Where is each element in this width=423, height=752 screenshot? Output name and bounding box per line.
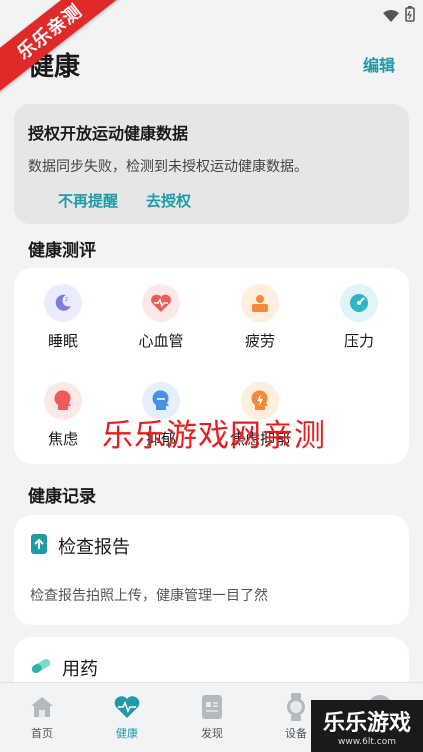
assessment-label: 心血管 [138,332,184,350]
watermark-text: 乐乐游戏网亲测 [102,418,326,454]
medication-title: 用药 [62,659,98,680]
assessment-label: 睡眠 [47,332,78,350]
auth-prompt-card: 授权开放运动健康数据 数据同步失败，检测到未授权运动健康数据。 不再提醒 去授权 [14,104,409,224]
assessment-label: 压力 [343,332,374,350]
heart-icon [142,284,180,322]
head-icon [44,382,82,420]
report-description: 检查报告拍照上传，健康管理一目了然 [30,588,268,604]
authorize-button[interactable]: 去授权 [146,190,191,211]
dismiss-button[interactable]: 不再提醒 [58,190,118,211]
nav-item-health[interactable]: 健康 [97,693,157,741]
heart-pulse-icon [113,693,141,721]
report-upload-icon [30,533,48,559]
section-title-assessment: 健康测评 [28,241,96,261]
fatigue-icon [241,284,279,322]
assessment-item-fatigue[interactable]: 疲劳 [220,284,300,351]
page-header: 健康 编辑 [28,44,395,84]
auth-card-title: 授权开放运动健康数据 [28,124,189,143]
sleep-icon: z [44,284,82,322]
nav-item-home[interactable]: 首页 [12,693,72,741]
svg-text:z: z [65,296,68,303]
watch-icon [282,693,310,721]
watermark-logo-text: 乐乐游戏 [322,711,411,736]
assessment-item-stress[interactable]: 压力 [319,284,399,351]
nav-item-discover[interactable]: 发现 [182,693,242,741]
report-card[interactable]: 检查报告 检查报告拍照上传，健康管理一目了然 [14,515,409,625]
gauge-icon [340,284,378,322]
section-title-records: 健康记录 [28,487,96,507]
auth-card-description: 数据同步失败，检测到未授权运动健康数据。 [28,159,308,175]
watermark-logo: 乐乐游戏 www.6lt.com [311,700,423,752]
watermark-logo-url: www.6lt.com [338,737,396,747]
report-title: 检查报告 [58,537,130,558]
nav-label: 首页 [31,727,53,740]
wifi-icon [383,7,399,26]
nav-label: 健康 [116,727,138,740]
battery-icon [405,6,415,26]
assessment-item-sleep[interactable]: z 睡眠 [23,284,103,351]
assessment-item-cardio[interactable]: 心血管 [121,284,201,351]
discover-icon [198,693,226,721]
nav-label: 发现 [201,727,223,740]
home-icon [28,693,56,721]
assessment-label: 疲劳 [244,332,275,350]
pill-icon [30,657,52,679]
assessment-label: 焦虑 [47,430,78,448]
edit-button[interactable]: 编辑 [363,52,395,76]
assessment-item-anxiety[interactable]: 焦虑 [23,382,103,449]
